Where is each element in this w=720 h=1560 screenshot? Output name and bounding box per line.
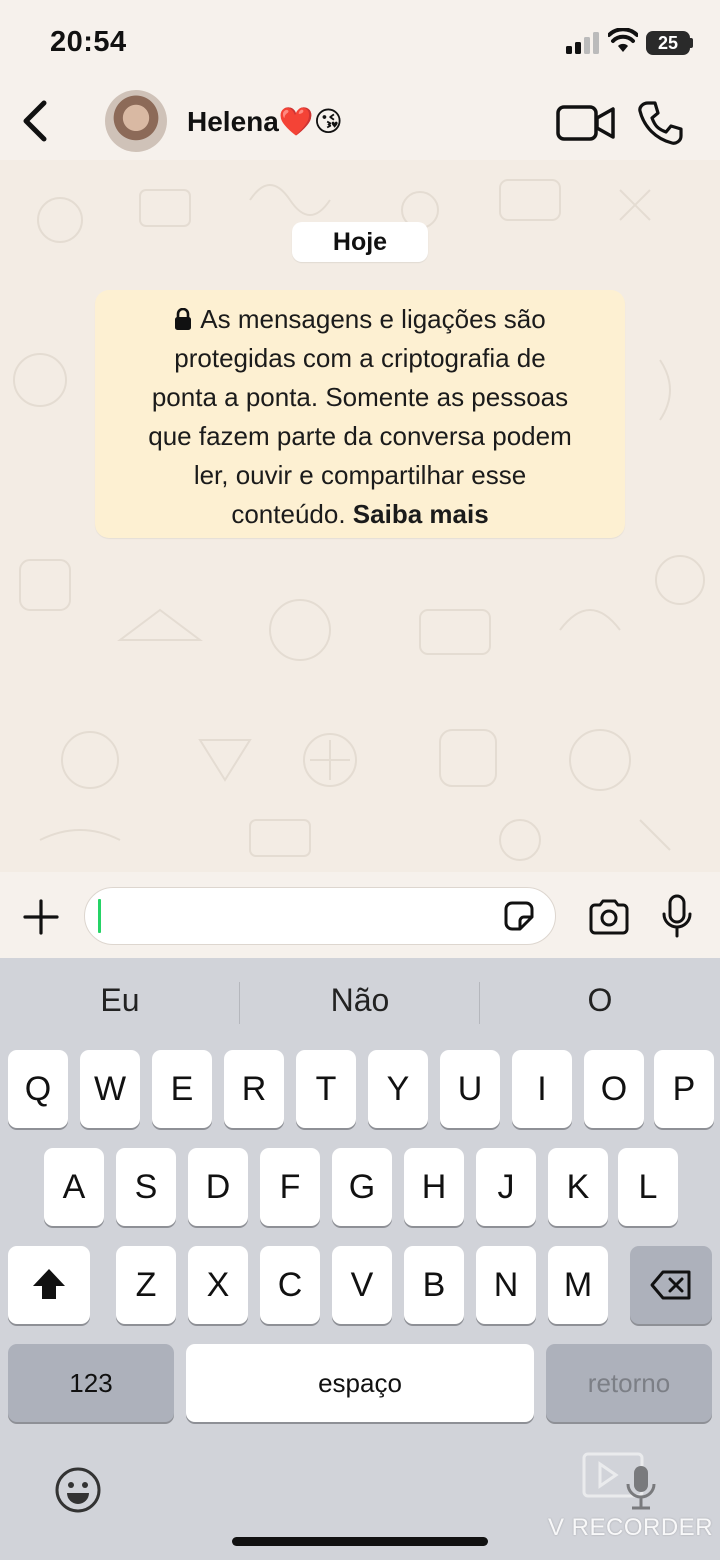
encryption-notice[interactable]: As mensagens e ligações são protegidas c… [95,290,625,538]
key-d[interactable]: D [188,1148,248,1226]
shift-icon [33,1269,65,1299]
key-i[interactable]: I [512,1050,572,1128]
key-x[interactable]: X [188,1246,248,1324]
key-c[interactable]: C [260,1246,320,1324]
key-r[interactable]: R [224,1050,284,1128]
notice-line-3: ponta a ponta. Somente as pessoas [151,382,569,412]
key-g[interactable]: G [332,1148,392,1226]
camera-icon[interactable] [588,899,630,935]
key-b[interactable]: B [404,1246,464,1324]
key-z[interactable]: Z [116,1246,176,1324]
shift-key[interactable] [8,1246,90,1324]
text-caret [98,899,101,933]
recorder-watermark: V RECORDER [548,1514,714,1541]
battery-indicator: 25 [646,31,690,55]
sticker-icon[interactable] [502,899,536,933]
key-u[interactable]: U [440,1050,500,1128]
microphone-icon[interactable] [660,894,694,938]
key-t[interactable]: T [296,1050,356,1128]
key-f[interactable]: F [260,1148,320,1226]
emoji-icon[interactable] [54,1466,102,1514]
key-y[interactable]: Y [368,1050,428,1128]
contact-name[interactable]: Helena❤️😘 [187,105,343,138]
key-o[interactable]: O [584,1050,644,1128]
chat-header: Helena❤️😘 [0,85,720,160]
key-j[interactable]: J [476,1148,536,1226]
notice-line-4: que fazem parte da conversa podem [148,421,572,451]
recorder-watermark-icon [582,1452,656,1510]
notice-line-1: As mensagens e ligações são [109,300,611,339]
plus-icon[interactable] [22,898,60,936]
return-key[interactable]: retorno [546,1344,712,1422]
phone-call-icon[interactable] [636,99,684,147]
key-l[interactable]: L [618,1148,678,1226]
status-bar: 20:54 25 [0,0,720,85]
key-n[interactable]: N [476,1246,536,1324]
battery-tip [690,38,693,48]
wifi-icon [608,28,638,52]
key-k[interactable]: K [548,1148,608,1226]
date-chip: Hoje [292,222,428,262]
suggestion-bar: Eu Não O [0,958,720,1048]
key-s[interactable]: S [116,1148,176,1226]
key-w[interactable]: W [80,1050,140,1128]
backspace-icon [650,1270,691,1300]
notice-line-6: conteúdo. Saiba mais [109,495,611,534]
message-input-bar [0,872,720,958]
suggestion-1[interactable]: Eu [0,982,240,1019]
avatar[interactable] [105,90,167,152]
lock-icon [175,308,192,330]
key-a[interactable]: A [44,1148,104,1226]
suggestion-3[interactable]: O [480,982,720,1019]
suggestion-2[interactable]: Não [240,982,480,1019]
video-call-icon[interactable] [556,103,616,143]
status-time: 20:54 [50,26,127,58]
key-v[interactable]: V [332,1246,392,1324]
backspace-key[interactable] [630,1246,712,1324]
key-h[interactable]: H [404,1148,464,1226]
key-e[interactable]: E [152,1050,212,1128]
notice-line-5: ler, ouvir e compartilhar esse [193,460,527,490]
key-q[interactable]: Q [8,1050,68,1128]
message-input[interactable] [84,887,556,945]
learn-more-link[interactable]: Saiba mais [353,499,489,529]
notice-text-6: conteúdo. [231,499,346,529]
space-key[interactable]: espaço [186,1344,534,1422]
home-indicator[interactable] [232,1537,488,1546]
notice-text-1: As mensagens e ligações são [200,304,546,334]
notice-line-2: protegidas com a criptografia de [174,343,546,373]
back-icon[interactable] [18,97,52,145]
key-m[interactable]: M [548,1246,608,1324]
signal-icon [566,32,599,54]
key-p[interactable]: P [654,1050,714,1128]
numbers-key[interactable]: 123 [8,1344,174,1422]
